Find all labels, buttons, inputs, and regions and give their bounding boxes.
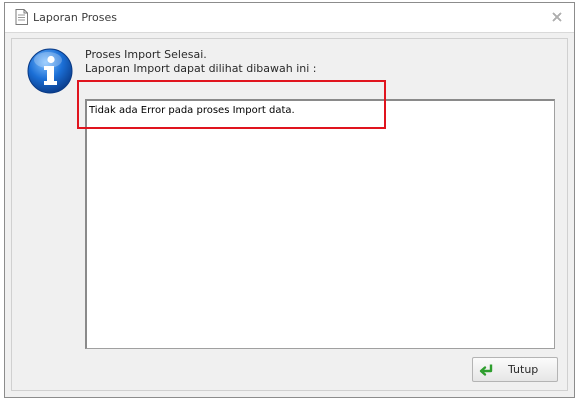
instruction-message: Laporan Import dapat dilihat dibawah ini… <box>85 62 317 75</box>
dialog-window: Laporan Proses Proses Import Selesai. La… <box>4 2 575 398</box>
info-icon <box>27 48 73 94</box>
return-arrow-icon <box>479 364 493 376</box>
document-icon <box>15 9 28 25</box>
status-message: Proses Import Selesai. <box>85 48 207 61</box>
dialog-body: Proses Import Selesai. Laporan Import da… <box>11 38 568 391</box>
window-title: Laporan Proses <box>33 11 117 24</box>
report-textarea[interactable]: Tidak ada Error pada proses Import data. <box>85 99 555 349</box>
close-icon[interactable] <box>550 10 564 24</box>
close-button[interactable]: Tutup <box>472 357 558 382</box>
title-bar: Laporan Proses <box>5 3 574 33</box>
close-button-label: Tutup <box>508 363 539 376</box>
report-content: Tidak ada Error pada proses Import data. <box>89 105 295 116</box>
